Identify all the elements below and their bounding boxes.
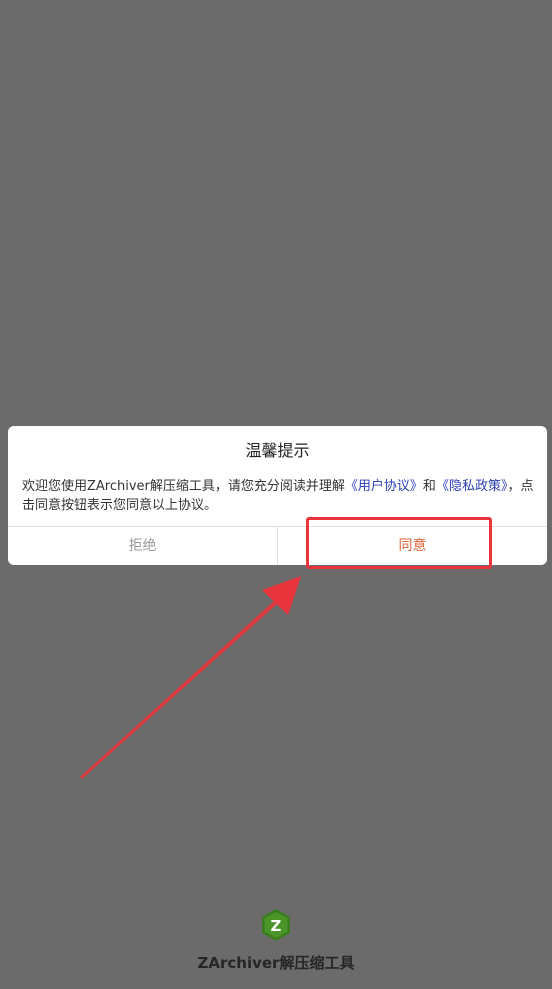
user-agreement-link[interactable]: 《用户协议》	[345, 479, 423, 494]
message-prefix: 欢迎您使用ZArchiver解压缩工具，请您充分阅读并理解	[22, 479, 345, 494]
message-conjunction: 和	[422, 479, 436, 494]
app-name: ZArchiver解压缩工具	[197, 954, 355, 972]
agree-button[interactable]: 同意	[278, 527, 547, 565]
privacy-dialog: 温馨提示 欢迎您使用ZArchiver解压缩工具，请您充分阅读并理解《用户协议》…	[8, 426, 547, 565]
reject-button[interactable]: 拒绝	[8, 527, 277, 565]
logo-letter: Z	[271, 917, 282, 935]
dialog-title: 温馨提示	[245, 441, 310, 460]
zarchiver-logo-icon: Z	[262, 909, 290, 941]
dialog-message: 欢迎您使用ZArchiver解压缩工具，请您充分阅读并理解《用户协议》和《隐私政…	[22, 477, 534, 515]
privacy-policy-link[interactable]: 《隐私政策》	[436, 479, 508, 494]
annotation-arrow-head	[262, 576, 301, 615]
annotation-arrow-shaft	[80, 601, 277, 779]
